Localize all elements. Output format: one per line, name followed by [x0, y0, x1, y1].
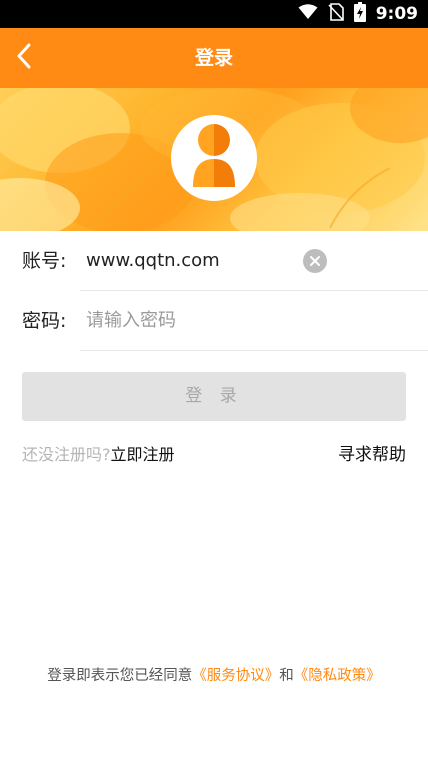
account-input[interactable]: www.qqtn.com	[86, 231, 286, 291]
login-button[interactable]: 登 录	[22, 372, 406, 421]
register-link[interactable]: 立即注册	[111, 445, 175, 464]
no-sim-icon	[328, 3, 344, 25]
account-row: 账号: www.qqtn.com	[0, 231, 428, 291]
not-registered-text: 还没注册吗?	[22, 445, 111, 464]
login-screen: 9:09 登录 账号: www.qqtn.com 密码: 请输入密码 登 录 还…	[0, 0, 428, 761]
agreement-and: 和	[279, 668, 294, 684]
links-row: 还没注册吗?立即注册 寻求帮助	[22, 440, 406, 470]
clear-icon	[309, 252, 321, 271]
header-banner	[0, 88, 428, 231]
battery-charging-icon	[353, 2, 366, 26]
account-label: 账号:	[22, 250, 67, 272]
page-title: 登录	[194, 47, 233, 69]
clear-button[interactable]	[303, 249, 327, 273]
avatar[interactable]	[171, 115, 257, 201]
user-avatar-icon	[191, 123, 237, 193]
app-header: 登录	[0, 28, 428, 88]
help-link[interactable]: 寻求帮助	[338, 440, 406, 470]
status-icons: 9:09	[298, 0, 418, 28]
divider	[80, 350, 428, 351]
wifi-icon	[298, 4, 318, 24]
password-input[interactable]: 请输入密码	[86, 291, 286, 351]
password-row: 密码: 请输入密码	[0, 291, 428, 351]
status-time: 9:09	[375, 4, 418, 24]
status-bar: 9:09	[0, 0, 428, 28]
agreement-prefix: 登录即表示您已经同意	[47, 668, 193, 684]
password-label: 密码:	[22, 310, 67, 332]
agreement-text: 登录即表示您已经同意《服务协议》和《隐私政策》	[0, 664, 428, 688]
service-agreement-link[interactable]: 《服务协议》	[192, 668, 279, 684]
privacy-policy-link[interactable]: 《隐私政策》	[294, 668, 381, 684]
